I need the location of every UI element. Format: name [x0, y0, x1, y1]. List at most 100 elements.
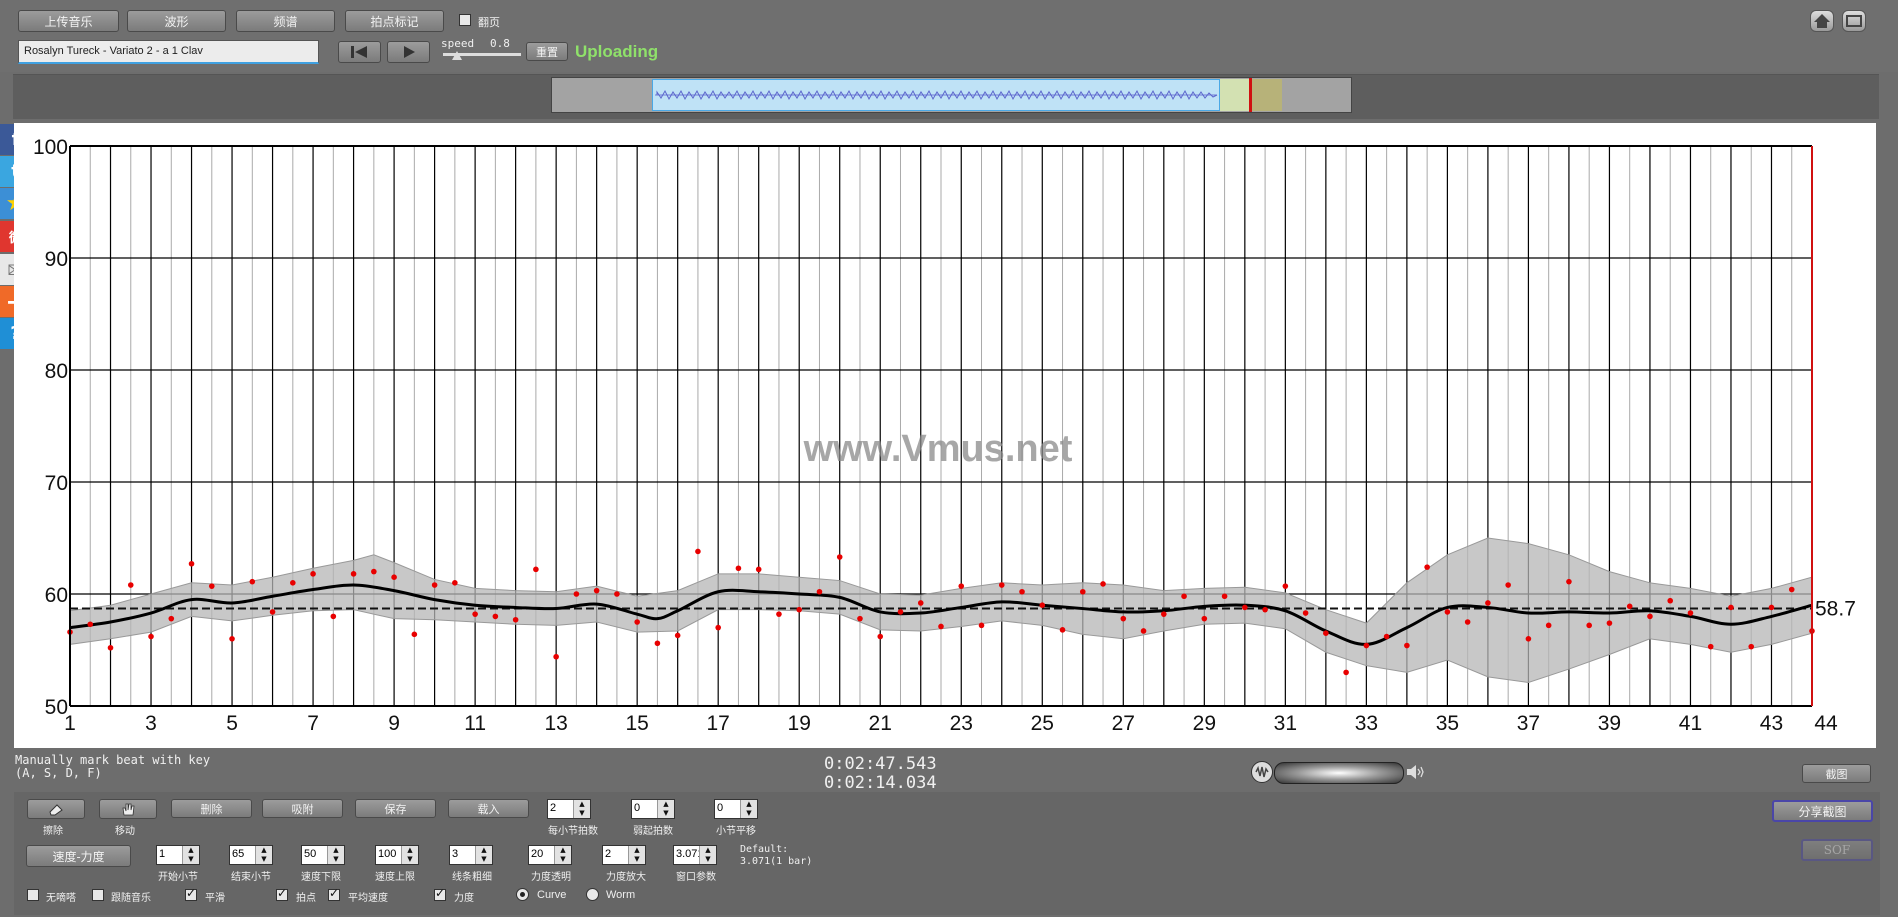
hint-line-2: (A, S, D, F) [15, 766, 102, 780]
beat-point [1768, 604, 1775, 611]
beats-checkbox[interactable] [276, 886, 288, 901]
overview-current-window [1250, 79, 1282, 111]
line-width-input[interactable]: 3 ▲ ▼ [449, 845, 493, 865]
spin-arrows-icon[interactable]: ▲ ▼ [573, 800, 590, 818]
home-button[interactable] [1810, 10, 1834, 32]
disabled-action-button[interactable]: SOF [1801, 839, 1873, 861]
speed-slider-handle[interactable] [452, 51, 462, 60]
spectrum-button[interactable]: 频谱 [236, 10, 335, 32]
start-bar-input[interactable]: 1 ▲ ▼ [156, 845, 200, 865]
avg-tempo-label: 平均速度 [348, 893, 388, 904]
beat-point [107, 644, 114, 651]
x-tick-label: 3 [145, 712, 157, 735]
x-tick-label: 39 [1598, 712, 1621, 735]
spin-arrows-icon[interactable]: ▲ ▼ [699, 846, 716, 864]
follow-page-label: 翻页 [478, 16, 500, 29]
dynamics-label: 力度 [454, 893, 474, 904]
beats-label: 拍点 [296, 893, 316, 904]
dynamics-scale-input[interactable]: 2 ▲ ▼ [602, 845, 646, 865]
follow-music-checkbox[interactable] [92, 889, 104, 901]
beats-per-bar-input[interactable]: 2 ▲ ▼ [547, 799, 591, 819]
upload-status: Uploading [575, 42, 659, 61]
pickup-beats-input[interactable]: 0 ▲ ▼ [631, 799, 675, 819]
beat-point [148, 633, 154, 640]
x-tick-label: 43 [1760, 712, 1783, 735]
spin-arrows-icon[interactable]: ▲ ▼ [657, 800, 674, 818]
beat-point [1059, 627, 1066, 633]
rewind-button[interactable] [338, 41, 381, 63]
dynamics-scale-value: 2 [605, 848, 612, 860]
tempo-chart-panel: 50 60 70 80 90 100 1 3 5 7 9 11 13 15 17 19 21 23 25 27 29 31… [14, 123, 1876, 748]
waveform-toggle-icon[interactable] [1251, 761, 1273, 783]
beat-point [816, 588, 823, 595]
tempo-max-input[interactable]: 100 ▲ ▼ [375, 845, 419, 865]
delete-button[interactable]: 删除 [171, 799, 252, 818]
erase-tool-button[interactable] [27, 799, 85, 819]
save-button[interactable]: 保存 [355, 799, 436, 818]
beat-point [249, 578, 256, 585]
upload-music-button[interactable]: 上传音乐 [18, 10, 119, 32]
beat-mark-button[interactable]: 拍点标记 [345, 10, 444, 32]
spin-arrows-icon[interactable]: ▲ ▼ [554, 846, 571, 864]
speaker-wave-icon[interactable] [1404, 761, 1426, 783]
beat-point [593, 587, 600, 594]
volume-slider[interactable] [1274, 762, 1404, 784]
tempo-chart[interactable]: 50607080901001 3 5 7 9 11 13 15 17 19 21 23 25 27 29 31… [14, 123, 1876, 748]
beat-point [958, 583, 965, 589]
default-note-1: Default: [740, 844, 789, 855]
y-tick-label: 80 [45, 360, 68, 383]
share-screenshot-button[interactable]: 分享截图 [1772, 800, 1873, 822]
spin-arrows-icon[interactable]: ▲ ▼ [255, 846, 272, 864]
load-button[interactable]: 载入 [448, 799, 529, 818]
spin-arrows-icon[interactable]: ▲ ▼ [740, 800, 757, 818]
overview-waveform[interactable] [551, 77, 1352, 113]
beat-point [492, 613, 499, 620]
dynamics-alpha-label: 力度透明 [531, 872, 571, 883]
fullscreen-button[interactable] [1842, 10, 1866, 32]
smooth-checkbox[interactable] [185, 886, 197, 901]
curve-radio[interactable] [516, 888, 529, 901]
play-button[interactable] [387, 41, 430, 63]
waveform-button[interactable]: 波形 [127, 10, 226, 32]
beat-point [431, 582, 438, 588]
song-title-field[interactable]: Rosalyn Tureck - Variato 2 - a 1 Clav [18, 40, 319, 64]
overview-selection[interactable] [652, 79, 1220, 111]
spin-arrows-icon[interactable]: ▲ ▼ [401, 846, 418, 864]
worm-radio[interactable] [586, 888, 599, 901]
beat-point [1221, 593, 1228, 600]
tempo-min-input[interactable]: 50 ▲ ▼ [301, 845, 345, 865]
eraser-icon [49, 804, 63, 816]
avg-tempo-checkbox[interactable] [328, 886, 340, 901]
follow-page-checkbox[interactable] [459, 14, 471, 26]
reset-speed-button[interactable]: 重置 [526, 42, 568, 61]
beat-point [1140, 628, 1147, 634]
no-click-checkbox[interactable] [27, 889, 39, 901]
beat-point [1363, 642, 1370, 649]
spin-arrows-icon[interactable]: ▲ ▼ [475, 846, 492, 864]
bar-offset-input[interactable]: 0 ▲ ▼ [714, 799, 758, 819]
beat-point [796, 606, 803, 613]
end-bar-input[interactable]: 65 ▲ ▼ [229, 845, 273, 865]
snap-button[interactable]: 吸附 [262, 799, 343, 818]
time-readout-1: 0:02:47.543 [824, 754, 937, 774]
tempo-dynamics-button[interactable]: 速度-力度 [26, 845, 131, 867]
hand-icon [122, 803, 135, 816]
beat-point [472, 611, 478, 617]
spin-arrows-icon[interactable]: ▲ ▼ [628, 846, 645, 864]
spin-arrows-icon[interactable]: ▲ ▼ [182, 846, 199, 864]
average-tempo-label: 58.7 [1815, 598, 1856, 621]
beat-point [1464, 619, 1471, 625]
spin-arrows-icon[interactable]: ▲ ▼ [327, 846, 344, 864]
beat-point [1181, 593, 1187, 600]
beat-point [715, 624, 721, 631]
playhead-marker[interactable] [1249, 78, 1252, 112]
beat-point [836, 554, 843, 560]
screenshot-button[interactable]: 截图 [1802, 764, 1871, 783]
y-tick-label: 100 [33, 136, 68, 159]
dynamics-checkbox[interactable] [434, 886, 446, 901]
move-tool-button[interactable] [99, 799, 157, 819]
beat-point [654, 640, 661, 647]
x-tick-label: 27 [1112, 712, 1135, 735]
window-param-input[interactable]: 3.071 ▲ ▼ [673, 845, 717, 865]
dynamics-alpha-input[interactable]: 20 ▲ ▼ [528, 845, 572, 865]
